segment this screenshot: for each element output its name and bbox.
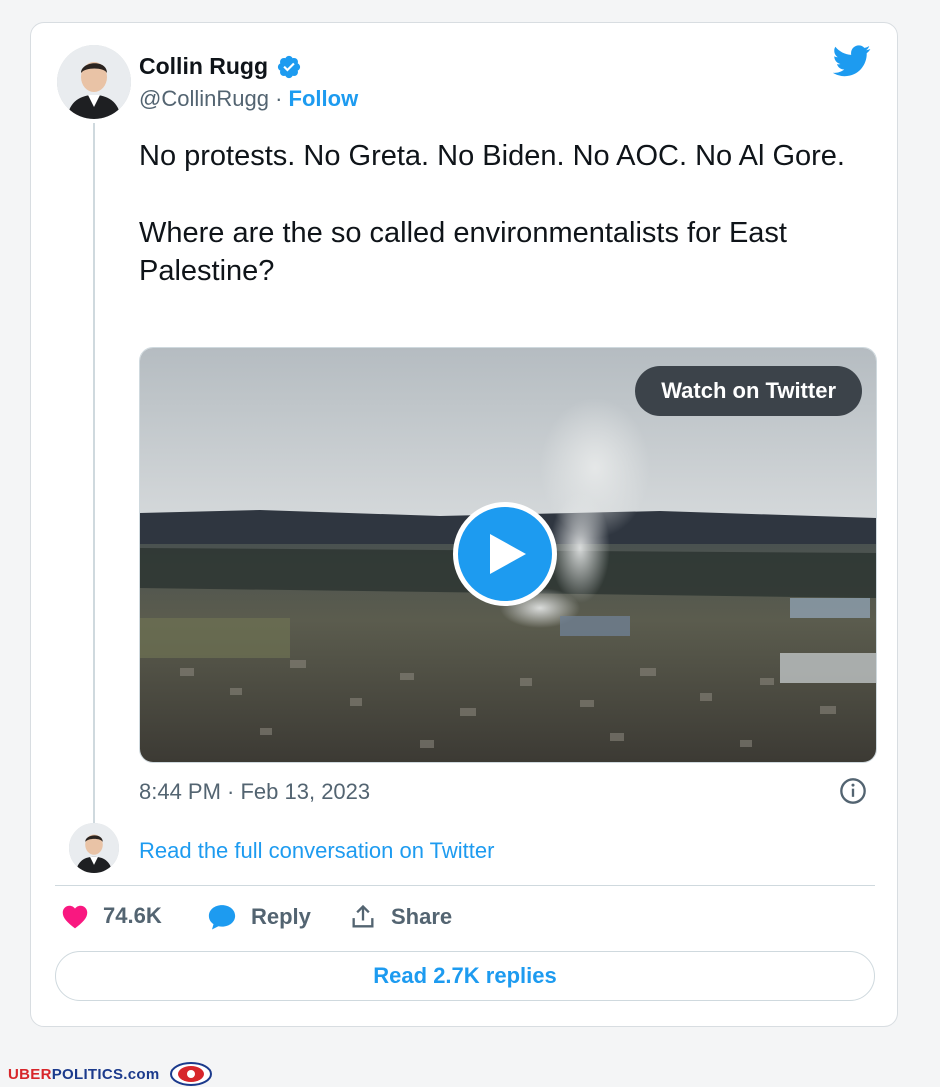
tweet-paragraph: Where are the so called environmentalist… (139, 217, 787, 287)
video-thumbnail[interactable]: Watch on Twitter (139, 347, 877, 763)
info-icon[interactable] (839, 777, 867, 805)
thread-line (93, 123, 95, 835)
handle-row: @CollinRugg · Follow (139, 86, 358, 112)
share-button[interactable]: Share (349, 903, 452, 931)
like-button[interactable]: 74.6K (61, 903, 162, 929)
heart-icon (62, 905, 88, 929)
divider (55, 885, 875, 886)
tweet-card: Collin Rugg @CollinRugg · Follow No prot… (30, 22, 898, 1027)
brand-wordmark[interactable]: UBERPOLITICS.com (8, 1066, 160, 1083)
like-count: 74.6K (103, 903, 162, 928)
tweet-paragraph: No protests. No Greta. No Biden. No AOC.… (139, 140, 845, 172)
brand-dotcom: .com (123, 1065, 160, 1083)
share-label: Share (391, 904, 453, 929)
watch-on-twitter-button[interactable]: Watch on Twitter (635, 366, 862, 416)
author-name[interactable]: Collin Rugg (139, 53, 268, 80)
author-avatar[interactable] (57, 45, 131, 119)
verified-badge-icon (277, 55, 301, 79)
read-conversation-link[interactable]: Read the full conversation on Twitter (139, 838, 494, 864)
reply-bubble-icon (208, 905, 236, 930)
reply-label: Reply (251, 904, 311, 929)
separator-dot: · (275, 86, 283, 111)
reply-button[interactable]: Reply (207, 903, 311, 931)
site-footer: UBERPOLITICS.com (8, 1062, 214, 1086)
play-icon (490, 534, 526, 574)
twitter-bird-icon[interactable] (833, 45, 871, 77)
reply-avatar[interactable] (69, 823, 119, 873)
tweet-text: No protests. No Greta. No Biden. No AOC.… (139, 137, 859, 329)
brand-politics: POLITICS (51, 1065, 124, 1083)
tweet-timestamp[interactable]: 8:44 PM · Feb 13, 2023 (139, 779, 370, 805)
author-handle[interactable]: @CollinRugg (139, 86, 269, 111)
follow-link[interactable]: Follow (289, 86, 359, 111)
play-button[interactable] (453, 502, 557, 606)
brand-seal-icon (169, 1062, 212, 1086)
brand-uber: UBER (8, 1065, 52, 1083)
read-replies-button[interactable]: Read 2.7K replies (55, 951, 875, 1001)
share-icon (352, 904, 374, 928)
